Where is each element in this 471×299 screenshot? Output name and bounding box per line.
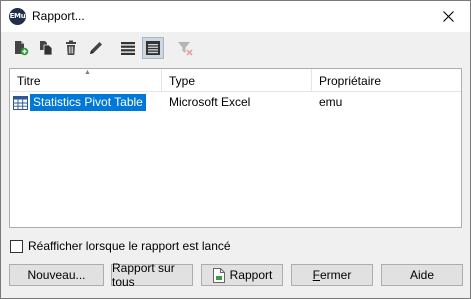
column-header-label: Type	[169, 74, 196, 88]
close-window-button[interactable]	[426, 1, 470, 32]
help-button-label: Aide	[409, 268, 435, 282]
report-dialog: EMu Rapport... Titre ▲ Type Propriétaire…	[0, 0, 471, 299]
reshow-checkbox[interactable]	[10, 239, 23, 253]
list-header: Titre ▲ Type Propriétaire	[10, 69, 461, 92]
reports-list[interactable]: Titre ▲ Type Propriétaire Statistics Piv…	[9, 68, 462, 228]
report-all-button[interactable]: Rapport sur tous	[111, 261, 193, 289]
report-document-icon	[212, 267, 225, 283]
excel-report-icon	[13, 95, 28, 110]
row-type-cell: Microsoft Excel	[169, 95, 251, 109]
copy-icon	[40, 41, 53, 56]
list-view-button[interactable]	[117, 37, 139, 59]
new-report-button[interactable]	[10, 37, 32, 59]
column-header-type[interactable]: Type	[162, 69, 312, 91]
details-view-icon	[146, 41, 160, 55]
help-button[interactable]: Aide	[381, 264, 463, 286]
title-bar: EMu Rapport...	[1, 1, 470, 32]
report-button[interactable]: Rapport	[201, 264, 283, 286]
close-icon	[442, 11, 454, 22]
pencil-icon	[90, 42, 102, 54]
trash-icon	[66, 40, 76, 55]
window-title: Rapport...	[32, 9, 85, 23]
edit-report-button[interactable]	[85, 37, 107, 59]
reshow-checkbox-row[interactable]: Réafficher lorsque le rapport est lancé	[10, 239, 231, 253]
column-header-label: Titre	[17, 74, 41, 88]
delete-report-button[interactable]	[60, 37, 82, 59]
row-owner-cell: emu	[319, 95, 343, 109]
copy-report-button[interactable]	[35, 37, 57, 59]
emu-app-icon: EMu	[9, 8, 26, 25]
column-header-label: Propriétaire	[319, 74, 382, 88]
toolbar	[1, 32, 470, 64]
row-title-cell[interactable]: Statistics Pivot Table	[13, 93, 146, 112]
list-view-icon	[121, 42, 135, 55]
table-row[interactable]: Statistics Pivot Table Microsoft Excel e…	[10, 93, 461, 112]
report-all-button-label: Rapport sur tous	[112, 261, 175, 289]
new-document-icon	[15, 41, 29, 56]
details-view-button[interactable]	[142, 37, 164, 59]
clear-filter-button[interactable]	[174, 37, 196, 59]
sort-ascending-icon: ▲	[84, 69, 91, 76]
filter-clear-icon	[178, 42, 193, 56]
close-button-label: ermer	[320, 268, 352, 282]
close-button[interactable]: Fermer	[291, 264, 373, 286]
column-header-title[interactable]: Titre ▲	[10, 69, 162, 91]
close-button-accelerator: F	[312, 268, 320, 282]
new-button[interactable]: Nouveau...	[9, 264, 104, 286]
new-button-label: Nouveau...	[27, 268, 86, 282]
report-button-label: Rapport	[229, 268, 273, 282]
column-header-owner[interactable]: Propriétaire	[312, 69, 461, 91]
row-title-text: Statistics Pivot Table	[30, 94, 146, 111]
reshow-checkbox-label: Réafficher lorsque le rapport est lancé	[28, 239, 231, 253]
